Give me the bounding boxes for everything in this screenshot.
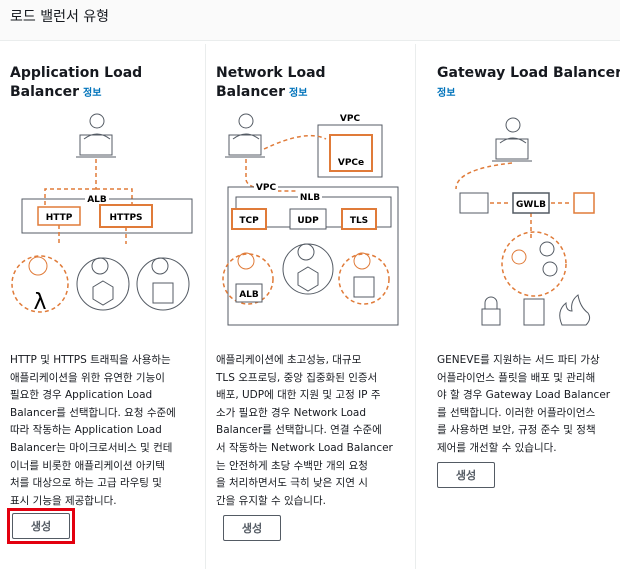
desc-line: HTTP 및 HTTPS 트래픽을 사용하는 (10, 354, 171, 366)
target-container-icon (76, 257, 130, 311)
desc-line: 이너를 비롯한 애플리케이션 아키텍 (10, 459, 165, 472)
tcp-label: TCP (239, 216, 259, 226)
title-line: Network Load Balancer (216, 65, 326, 100)
info-link[interactable]: 정보 (83, 88, 101, 99)
card-application-load-balancer: Application Load Balancer 정보 ALB HTTP HTTP… (0, 44, 206, 569)
desc-line: Balancer를 선택합니다. 연결 수준에 (216, 424, 382, 437)
card-network-load-balancer: Network Load Balancer 정보 VPC VPCe VPC NLB… (206, 44, 416, 569)
user-icon (225, 113, 265, 158)
card-gateway-load-balancer: Gateway Load Balancer 정보 GWLB GENEVE를 지원하… (416, 44, 620, 569)
desc-line: 제어를 개선할 수 있습니다. (437, 442, 557, 454)
section-title: 로드 밸런서 유형 (10, 9, 110, 25)
svg-text:λ: λ (33, 290, 46, 315)
alb-label: ALB (239, 290, 259, 300)
info-link[interactable]: 정보 (437, 88, 455, 99)
nlb-label: NLB (300, 193, 320, 203)
desc-line: 서 작동하는 Network Load Balancer (216, 442, 393, 454)
title-line: Application Load (10, 65, 143, 81)
https-label: HTTPS (109, 213, 142, 223)
desc-line: 어플라이언스 플릿을 배포 및 관리해 (437, 371, 596, 384)
desc-line: 야 할 경우 Gateway Load Balancer (437, 389, 611, 402)
alb-label: ALB (87, 195, 107, 205)
create-alb-button[interactable]: 생성 (12, 513, 70, 539)
info-link[interactable]: 정보 (289, 88, 307, 99)
title-line: Gateway Load Balancer (437, 65, 620, 81)
alb-diagram: ALB HTTP HTTPS λ (11, 113, 193, 315)
user-icon (492, 117, 532, 162)
desc-line: 배포, UDP에 대한 지원 및 고정 IP 주 (216, 389, 381, 402)
desc-line: 을 처리하면서도 극히 낮은 지연 시 (216, 477, 368, 490)
gwlb-label: GWLB (516, 200, 546, 210)
desc-line: 따라 작동하는 Application Load (10, 424, 162, 437)
create-nlb-button[interactable]: 생성 (223, 515, 281, 541)
desc-line: 처를 대상으로 하는 고급 라우팅 및 (10, 477, 162, 490)
http-label: HTTP (46, 213, 73, 223)
section-header: 로드 밸런서 유형 (0, 0, 620, 41)
desc-line: GENEVE를 지원하는 서드 파티 가상 (437, 354, 600, 366)
desc-line: 를 사용하면 보안, 규정 준수 및 정책 (437, 424, 596, 437)
user-icon (76, 113, 116, 158)
udp-label: UDP (297, 216, 319, 226)
desc-line: 애플리케이션을 위한 유연한 기능이 (10, 371, 165, 384)
gwlb-diagram: GWLB (455, 117, 595, 326)
desc-line: Balancer를 선택합니다. 요청 수준에 (10, 406, 176, 419)
target-lambda-icon: λ (11, 255, 69, 315)
card-title: Application Load Balancer 정보 (10, 64, 195, 103)
vpce-label: VPCe (338, 158, 364, 168)
create-gwlb-button[interactable]: 생성 (437, 462, 495, 488)
vpc-label: VPC (340, 114, 361, 124)
desc-line: 소가 필요한 경우 Network Load (216, 406, 366, 419)
card-title: Gateway Load Balancer 정보 (437, 64, 620, 103)
desc-line: TLS 오프로딩, 중앙 집중화된 인증서 (216, 371, 378, 384)
title-line: Balancer (10, 84, 80, 100)
desc-line: 를 선택합니다. 이러한 어플라이언스 (437, 406, 596, 419)
desc-line: 는 안전하게 초당 수백만 개의 요청 (216, 459, 368, 472)
desc-line: 간을 유지할 수 있습니다. (216, 494, 326, 507)
desc-line: 필요한 경우 Application Load (10, 389, 153, 402)
tls-label: TLS (350, 216, 368, 226)
target-instance-icon (136, 257, 190, 311)
desc-line: 애플리케이션에 초고성능, 대규모 (216, 354, 362, 366)
card-title: Network Load Balancer 정보 (216, 64, 391, 103)
desc-line: Balancer는 마이크로서비스 및 컨테 (10, 442, 173, 454)
nlb-diagram: VPC VPCe VPC NLB TCP UDP TLS ALB (222, 113, 399, 326)
vpc-label: VPC (256, 183, 277, 193)
